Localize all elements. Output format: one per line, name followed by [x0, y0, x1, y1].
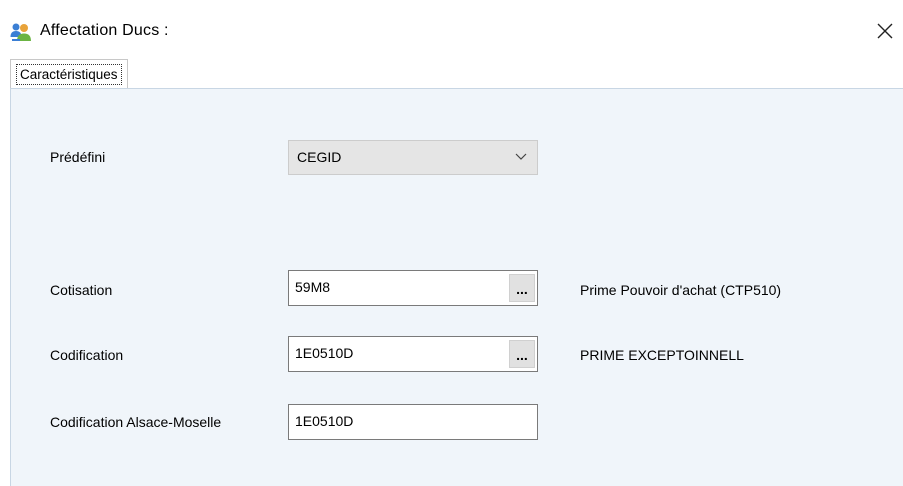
- cotisation-browse-button[interactable]: ...: [509, 274, 535, 302]
- tab-caracteristiques-label: Caractéristiques: [16, 63, 122, 85]
- tab-strip: Caractéristiques: [0, 58, 903, 88]
- predefini-value: CEGID: [297, 149, 342, 165]
- title-bar: Affectation Ducs :: [0, 0, 903, 58]
- predefini-label: Prédéfini: [50, 149, 106, 165]
- codification-description: PRIME EXCEPTOINNELL: [580, 347, 744, 363]
- window-title: Affectation Ducs :: [40, 22, 169, 39]
- codification-am-field[interactable]: 1E0510D: [288, 404, 538, 440]
- cotisation-field[interactable]: 59M8 ...: [288, 270, 538, 306]
- cotisation-value: 59M8: [295, 279, 331, 295]
- chevron-down-icon: [515, 153, 527, 160]
- codification-am-value: 1E0510D: [295, 413, 354, 429]
- codification-browse-button[interactable]: ...: [509, 340, 535, 368]
- codification-label: Codification: [50, 347, 124, 363]
- close-button[interactable]: [868, 14, 902, 48]
- users-icon: [10, 23, 31, 41]
- codification-am-label: Codification Alsace-Moselle: [50, 414, 222, 430]
- close-icon: [877, 23, 893, 39]
- codification-field[interactable]: 1E0510D ...: [288, 336, 538, 372]
- tab-caracteristiques[interactable]: Caractéristiques: [10, 59, 128, 88]
- codification-value: 1E0510D: [295, 345, 354, 361]
- cotisation-description: Prime Pouvoir d'achat (CTP510): [580, 282, 782, 298]
- predefini-select[interactable]: CEGID: [288, 140, 538, 175]
- cotisation-label: Cotisation: [50, 282, 113, 298]
